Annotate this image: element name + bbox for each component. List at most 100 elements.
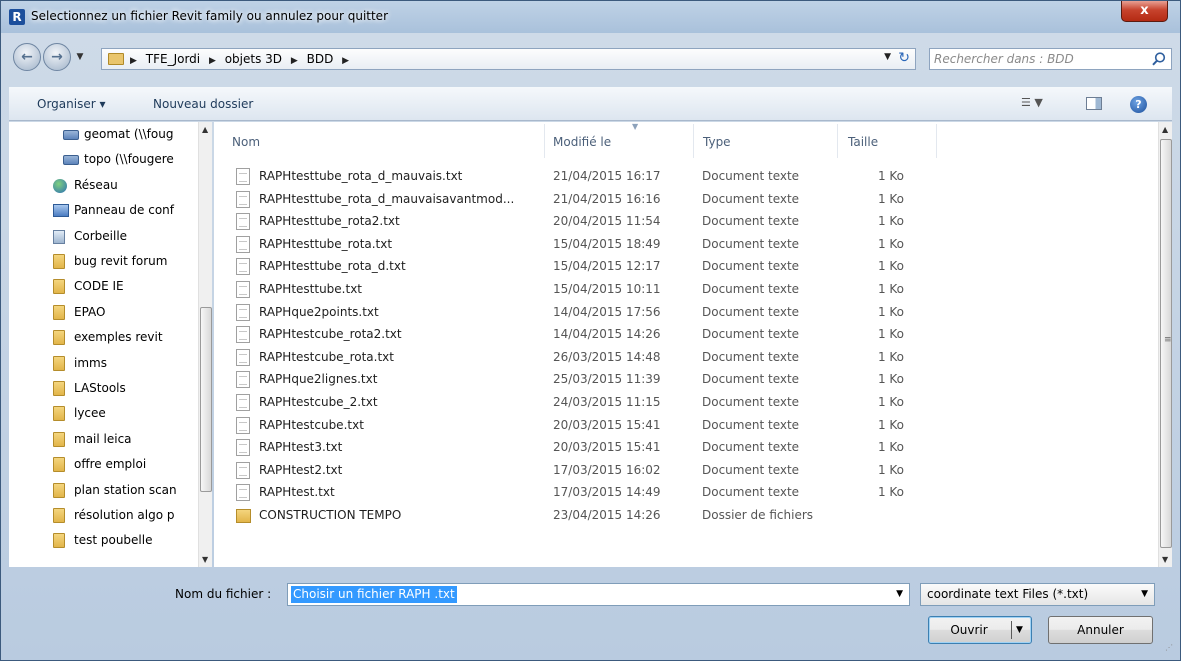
file-name: RAPHtestcube_2.txt: [259, 395, 378, 409]
file-type: Document texte: [702, 395, 800, 409]
file-type: Document texte: [702, 462, 800, 477]
view-options-button[interactable]: ☰ ▼: [1021, 96, 1065, 112]
scrollbar-thumb[interactable]: ≡: [1160, 139, 1172, 548]
file-type: Document texte: [702, 259, 800, 274]
close-button[interactable]: x: [1121, 1, 1168, 22]
search-box[interactable]: [929, 48, 1172, 70]
cancel-button[interactable]: Annuler: [1048, 616, 1153, 644]
folder-icon: [53, 279, 65, 295]
file-type: Document texte: [702, 191, 800, 206]
file-name: RAPHtesttube_rota2.txt: [259, 214, 400, 229]
column-divider[interactable]: [936, 124, 937, 158]
open-button[interactable]: Ouvrir ▼: [928, 616, 1032, 644]
folder-icon: [53, 482, 65, 498]
breadcrumb-item[interactable]: objets 3D: [225, 52, 282, 66]
file-size: 1 Ko: [877, 349, 904, 364]
file-row[interactable]: RAPHtesttube_rota_d_mauvaisavantmod... 21…: [214, 188, 1158, 211]
file-list-scrollbar[interactable]: ▲ ≡ ▼: [1158, 122, 1172, 567]
search-icon[interactable]: [1151, 51, 1167, 67]
file-name: RAPHtesttube_rota.txt: [259, 236, 393, 251]
column-divider[interactable]: [837, 124, 838, 158]
file-row[interactable]: RAPHtestcube.txt 20/03/2015 15:41 Document…: [214, 414, 1158, 437]
scroll-down-icon[interactable]: ▼: [1162, 555, 1168, 564]
filename-input[interactable]: Choisir un fichier RAPH .txt: [291, 586, 457, 603]
nav-scrollbar[interactable]: ▲ ▼: [198, 122, 212, 567]
help-icon[interactable]: ?: [1130, 96, 1147, 113]
breadcrumb-item[interactable]: BDD: [307, 52, 334, 66]
organise-button[interactable]: Organiser ▾: [37, 97, 105, 111]
column-divider[interactable]: [693, 124, 694, 158]
chevron-right-icon[interactable]: ▶: [209, 56, 216, 66]
chevron-right-icon[interactable]: ▶: [342, 56, 349, 66]
file-row[interactable]: RAPHtestcube_2.txt 24/03/2015 11:15 Docume…: [214, 391, 1158, 414]
address-dropdown-icon[interactable]: ▼: [884, 52, 891, 62]
history-dropdown-button[interactable]: ▼: [73, 47, 87, 67]
back-button[interactable]: ←: [13, 43, 41, 71]
file-date: 21/04/2015 16:16: [553, 191, 661, 206]
refresh-icon[interactable]: ↻: [898, 50, 910, 66]
chevron-down-icon[interactable]: ▼: [1141, 589, 1148, 599]
folder-row[interactable]: CONSTRUCTION TEMPO 23/04/2015 14:26 Dossie…: [214, 504, 1158, 527]
scrollbar-thumb[interactable]: [200, 307, 212, 492]
file-row[interactable]: RAPHque2points.txt 14/04/2015 17:56 Docume…: [214, 301, 1158, 324]
scroll-up-icon[interactable]: ▲: [1162, 125, 1168, 134]
file-row[interactable]: RAPHtesttube_rota.txt 15/04/2015 18:49 Doc…: [214, 233, 1158, 256]
file-row[interactable]: RAPHtesttube.txt 15/04/2015 10:11 Document…: [214, 278, 1158, 301]
column-header-size[interactable]: Taille: [848, 135, 878, 149]
open-dropdown-icon[interactable]: ▼: [1016, 617, 1023, 643]
file-row[interactable]: RAPHtesttube_rota_d_mauvais.txt 21/04/201…: [214, 165, 1158, 188]
file-name: RAPHtesttube.txt: [259, 282, 363, 296]
resize-grip-icon[interactable]: ⋰: [1165, 644, 1175, 655]
text-file-icon: [236, 461, 250, 479]
nav-item-label: bug revit forum: [74, 254, 168, 268]
forward-button[interactable]: →: [43, 43, 71, 71]
chevron-right-icon[interactable]: ▶: [291, 56, 298, 66]
preview-pane-icon[interactable]: [1086, 97, 1102, 110]
nav-item-label: imms: [74, 355, 107, 370]
file-date: 26/03/2015 14:48: [553, 349, 661, 364]
file-row[interactable]: RAPHtesttube_rota_d.txt 15/04/2015 12:17 D…: [214, 255, 1158, 278]
scroll-down-icon[interactable]: ▼: [202, 555, 208, 564]
file-size: 1 Ko: [877, 440, 904, 455]
file-type: Document texte: [702, 440, 800, 455]
file-row[interactable]: RAPHtestcube_rota.txt 26/03/2015 14:48 Doc…: [214, 346, 1158, 369]
text-file-icon: [236, 190, 250, 208]
folder-icon: [53, 254, 65, 269]
file-name: CONSTRUCTION TEMPO: [259, 508, 402, 522]
column-header-name[interactable]: Nom: [232, 135, 260, 149]
breadcrumb-item[interactable]: TFE_Jordi: [146, 52, 200, 66]
filename-combobox[interactable]: Choisir un fichier RAPH .txt ▼: [287, 583, 910, 606]
file-row[interactable]: RAPHtesttube_rota2.txt 20/04/2015 11:54 Do…: [214, 210, 1158, 233]
folder-icon: [53, 304, 65, 320]
file-list: Nom ▼ Modifié le Type Taille RAPHtesttub…: [214, 122, 1172, 567]
file-row[interactable]: RAPHtestcube_rota2.txt 14/04/2015 14:26 Do…: [214, 323, 1158, 346]
column-divider[interactable]: [544, 124, 545, 158]
scroll-up-icon[interactable]: ▲: [202, 125, 208, 134]
details-view-icon: ☰ ▼: [1021, 96, 1043, 109]
file-date: 15/04/2015 18:49: [553, 236, 661, 251]
filename-dropdown-icon[interactable]: ▼: [896, 589, 903, 599]
file-row[interactable]: RAPHtest2.txt 17/03/2015 16:02 Document te…: [214, 459, 1158, 482]
address-bar[interactable]: ▶ TFE_Jordi ▶ objets 3D ▶ BDD ▶ ▼ ↻: [101, 48, 916, 70]
column-header-modified[interactable]: Modifié le: [553, 135, 611, 149]
new-folder-button[interactable]: Nouveau dossier: [153, 97, 253, 111]
sort-arrow-icon: ▼: [632, 122, 639, 131]
nav-item-label: Réseau: [74, 177, 118, 192]
arrow-right-icon: →: [51, 49, 63, 65]
file-date: 25/03/2015 11:39: [553, 372, 661, 387]
nav-item-label: EPAO: [74, 304, 106, 319]
file-row[interactable]: RAPHque2lignes.txt 25/03/2015 11:39 Docume…: [214, 368, 1158, 391]
nav-item-label: Corbeille: [74, 228, 128, 243]
search-input[interactable]: [934, 51, 1144, 67]
title-bar[interactable]: R Selectionnez un fichier Revit family o…: [1, 1, 1180, 33]
text-file-icon: [236, 484, 250, 502]
file-type: Dossier de fichiers: [702, 508, 814, 522]
column-header-type[interactable]: Type: [703, 135, 731, 149]
file-row[interactable]: RAPHtest.txt 17/03/2015 14:49 Document tex…: [214, 481, 1158, 504]
file-type-filter[interactable]: coordinate text Files (*.txt) ▼: [920, 583, 1155, 606]
nav-item-label: mail leica: [74, 431, 132, 446]
folder-icon: [53, 533, 65, 549]
file-row[interactable]: RAPHtest3.txt 20/03/2015 15:41 Document te…: [214, 436, 1158, 459]
file-name: RAPHtestcube.txt: [259, 417, 364, 432]
arrow-left-icon: ←: [21, 49, 33, 65]
